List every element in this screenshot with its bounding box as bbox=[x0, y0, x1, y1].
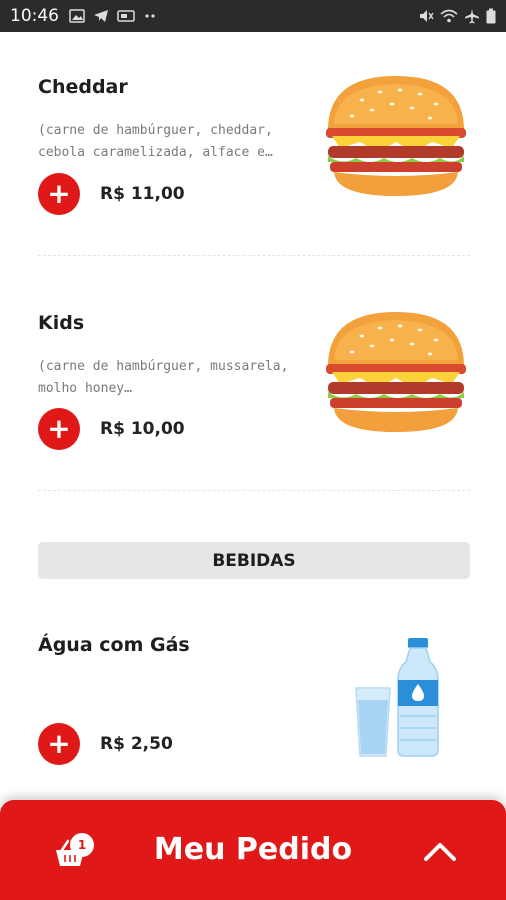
status-bar: 10:46 bbox=[0, 0, 506, 32]
divider bbox=[38, 490, 470, 491]
section-header-bebidas: BEBIDAS bbox=[38, 542, 470, 579]
status-left-icons bbox=[69, 9, 157, 23]
burger-icon bbox=[326, 312, 466, 432]
product-name: Água com Gás bbox=[38, 634, 190, 656]
chevron-up-icon[interactable] bbox=[420, 838, 460, 864]
status-time: 10:46 bbox=[10, 6, 59, 26]
add-to-cart-button[interactable]: + bbox=[38, 173, 80, 215]
product-price: R$ 2,50 bbox=[100, 734, 173, 754]
image-icon bbox=[69, 9, 85, 23]
water-bottle-icon bbox=[355, 638, 439, 757]
product-price: R$ 11,00 bbox=[100, 184, 185, 204]
airplane-icon bbox=[465, 9, 479, 24]
status-right-icons bbox=[418, 8, 496, 24]
product-price: R$ 10,00 bbox=[100, 419, 185, 439]
telegram-icon bbox=[94, 10, 108, 22]
burger-icon bbox=[326, 76, 466, 196]
card-icon bbox=[117, 10, 135, 22]
divider bbox=[38, 255, 470, 256]
more-dots-icon bbox=[145, 14, 155, 18]
add-to-cart-button[interactable]: + bbox=[38, 723, 80, 765]
order-bar[interactable]: 1 Meu Pedido bbox=[0, 800, 506, 900]
add-to-cart-button[interactable]: + bbox=[38, 408, 80, 450]
battery-icon bbox=[486, 8, 496, 24]
product-name: Cheddar bbox=[38, 76, 128, 98]
mute-icon bbox=[420, 10, 434, 22]
product-description: (carne de hambúrguer, mussarela, molho h… bbox=[38, 359, 289, 396]
product-description: (carne de hambúrguer, cheddar, cebola ca… bbox=[38, 123, 273, 160]
wifi-icon bbox=[440, 9, 458, 23]
product-name: Kids bbox=[38, 312, 85, 334]
